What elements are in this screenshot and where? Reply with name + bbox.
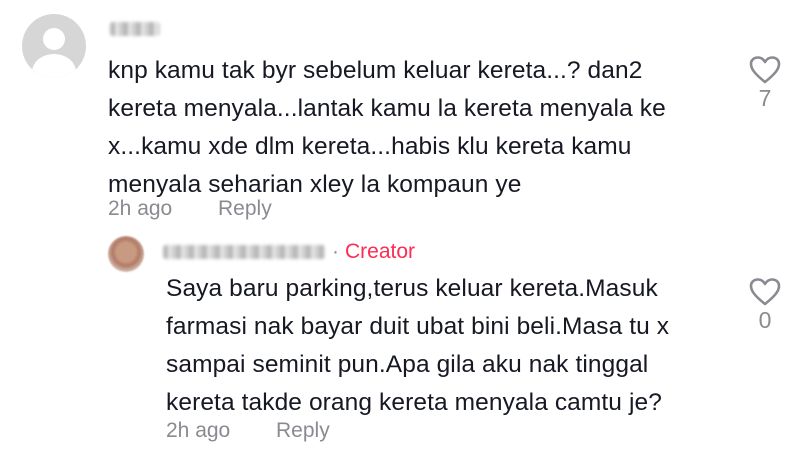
creator-badge: · Creator (332, 240, 415, 264)
reply-time: 2h ago (166, 419, 231, 442)
comment-text: knp kamu tak byr sebelum keluar kereta..… (108, 57, 666, 198)
comment-reply-button[interactable]: Reply (218, 197, 272, 221)
default-user-icon (43, 28, 65, 50)
heart-outline-icon[interactable] (749, 55, 781, 85)
commenter-username-blurred[interactable] (110, 22, 160, 36)
creator-badge-label: Creator (345, 240, 416, 263)
reply-text: Saya baru parking,terus keluar kereta.Ma… (166, 275, 670, 416)
comment-time: 2h ago (108, 197, 173, 220)
comment-like-count: 7 (758, 85, 772, 111)
reply-like-group: 0 (745, 277, 785, 334)
reply-like-count: 0 (758, 307, 772, 333)
comment-like-group: 7 (745, 55, 785, 112)
creator-separator: · (332, 240, 339, 263)
reply-reply-button[interactable]: Reply (276, 419, 330, 443)
heart-outline-icon[interactable] (749, 277, 781, 307)
default-user-icon-body (32, 54, 76, 78)
creator-avatar[interactable] (108, 236, 144, 272)
commenter-avatar[interactable] (22, 14, 86, 78)
creator-username-blurred[interactable] (163, 245, 325, 259)
